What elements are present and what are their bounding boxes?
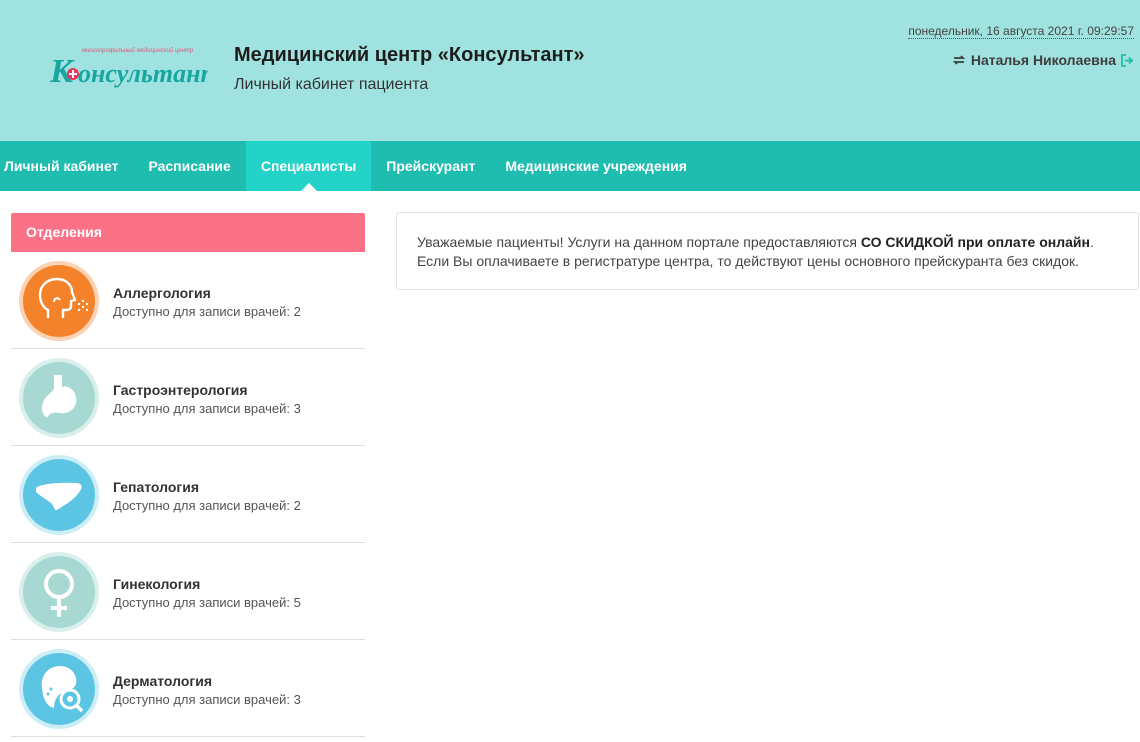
stomach-icon [18,357,100,439]
departments-title: Отделения [11,213,365,252]
logo[interactable]: многопрофильный медицинский центр К онсу… [48,44,221,94]
department-name: Дерматология [113,673,212,689]
department-doctor-count: Доступно для записи врачей: 2 [113,498,301,513]
department-item-hepatology[interactable]: Гепатология Доступно для записи врачей: … [11,446,365,543]
department-name: Гастроэнтерология [113,382,248,398]
nav-price-list[interactable]: Прейскурант [371,141,490,191]
nav-medical-institutions[interactable]: Медицинские учреждения [490,141,702,191]
notice-line-2: Если Вы оплачиваете в регистратуре центр… [417,253,1080,269]
nav-specialists[interactable]: Специалисты [245,141,372,191]
current-datetime: понедельник, 16 августа 2021 г. 09:29:57 [908,24,1134,39]
notice-text-end: . [1089,234,1094,250]
department-name: Гепатология [113,479,199,495]
liver-icon [18,454,100,536]
department-name: Гинекология [113,576,201,592]
nav-schedule[interactable]: Расписание [133,141,245,191]
department-name: Аллергология [113,285,211,301]
dermatology-icon [18,648,100,730]
switch-user-icon[interactable] [952,54,966,66]
discount-notice: Уважаемые пациенты! Услуги на данном пор… [396,212,1139,290]
department-doctor-count: Доступно для записи врачей: 3 [113,692,301,707]
site-title: Медицинский центр «Консультант» [234,44,585,66]
department-doctor-count: Доступно для записи врачей: 5 [113,595,301,610]
user-name[interactable]: Наталья Николаевна [971,52,1116,68]
female-symbol-icon [18,551,100,633]
allergy-icon [18,260,100,342]
notice-highlight: СО СКИДКОЙ при оплате онлайн [860,234,1090,250]
department-item-gynecology[interactable]: Гинекология Доступно для записи врачей: … [11,543,365,640]
nav-personal-cabinet[interactable]: Личный кабинет [0,141,133,191]
notice-text: Уважаемые пациенты! Услуги на данном пор… [417,234,861,250]
user-menu[interactable]: Наталья Николаевна [952,52,1134,68]
logout-icon[interactable] [1121,53,1134,67]
department-item-dermatology[interactable]: Дерматология Доступно для записи врачей:… [11,640,365,737]
department-item-allergology[interactable]: Аллергология Доступно для записи врачей:… [11,252,365,349]
site-subtitle: Личный кабинет пациента [234,76,429,93]
header: многопрофильный медицинский центр К онсу… [0,0,1140,141]
department-doctor-count: Доступно для записи врачей: 3 [113,401,301,416]
svg-text:многопрофильный медицинский це: многопрофильный медицинский центр [82,47,194,54]
notice-line-1: Уважаемые пациенты! Услуги на данном пор… [417,233,1118,252]
svg-text:онсультант: онсультант [78,59,208,88]
department-item-gastroenterology[interactable]: Гастроэнтерология Доступно для записи вр… [11,349,365,446]
main-nav: Личный кабинет Расписание Специалисты Пр… [0,141,1140,191]
department-doctor-count: Доступно для записи врачей: 2 [113,304,301,319]
departments-panel: Отделения Аллергология Доступно для запи… [11,213,365,737]
